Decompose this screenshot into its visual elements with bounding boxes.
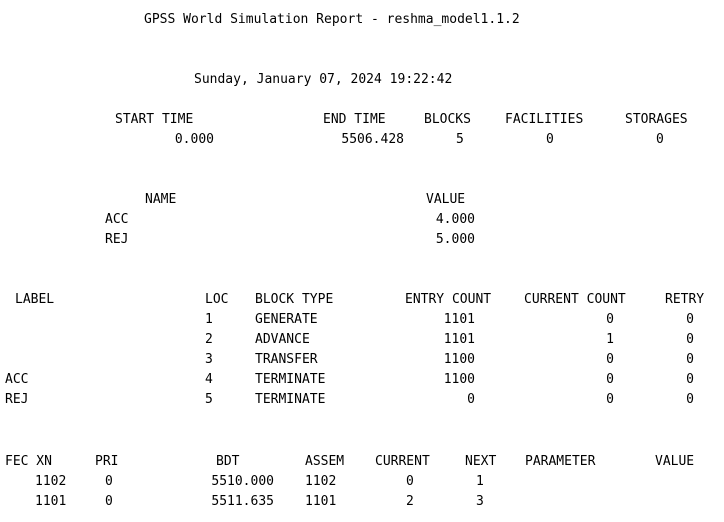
block-current-count: 0 — [606, 352, 614, 367]
fec-next: 3 — [476, 494, 484, 509]
fec-pri: 0 — [105, 494, 113, 509]
name-row-2-value: 5.000 — [435, 232, 475, 247]
fec-header-value: VALUE — [655, 454, 695, 469]
summary-header-storages: STORAGES — [625, 112, 688, 127]
blocks-header-entry-count: ENTRY COUNT — [405, 292, 492, 307]
block-loc: 1 — [205, 312, 213, 327]
block-loc: 4 — [205, 372, 213, 387]
fec-xn: 1101 — [35, 494, 67, 509]
fec-next: 1 — [476, 474, 484, 489]
block-current-count: 0 — [606, 312, 614, 327]
name-row-2-name: REJ — [105, 232, 129, 247]
summary-header-facilities: FACILITIES — [505, 112, 584, 127]
fec-current: 2 — [406, 494, 414, 509]
fec-bdt: 5511.635 — [211, 494, 274, 509]
fec-xn: 1102 — [35, 474, 67, 489]
block-entry-count: 1101 — [443, 312, 475, 327]
block-retry: 0 — [686, 312, 694, 327]
block-retry: 0 — [686, 332, 694, 347]
fec-pri: 0 — [105, 474, 113, 489]
report-title: GPSS World Simulation Report - reshma_mo… — [144, 12, 520, 27]
summary-header-blocks: BLOCKS — [424, 112, 471, 127]
block-entry-count: 1100 — [443, 352, 475, 367]
blocks-header-loc: LOC — [205, 292, 229, 307]
name-row-1-value: 4.000 — [435, 212, 475, 227]
names-header-value: VALUE — [426, 192, 466, 207]
fec-header-parameter: PARAMETER — [525, 454, 596, 469]
block-current-count: 0 — [606, 392, 614, 407]
block-loc: 2 — [205, 332, 213, 347]
fec-bdt: 5510.000 — [211, 474, 274, 489]
fec-header-current: CURRENT — [375, 454, 430, 469]
fec-header-next: NEXT — [465, 454, 497, 469]
block-label: ACC — [5, 372, 29, 387]
name-row-1-name: ACC — [105, 212, 129, 227]
summary-storages: 0 — [656, 132, 664, 147]
block-type: TRANSFER — [255, 352, 318, 367]
blocks-header-label: LABEL — [15, 292, 55, 307]
block-type: GENERATE — [255, 312, 318, 327]
names-header-name: NAME — [145, 192, 177, 207]
block-retry: 0 — [686, 392, 694, 407]
summary-blocks: 5 — [456, 132, 464, 147]
fec-assem: 1102 — [305, 474, 337, 489]
blocks-header-current-count: CURRENT COUNT — [524, 292, 626, 307]
block-type: ADVANCE — [255, 332, 310, 347]
summary-header-start-time: START TIME — [115, 112, 194, 127]
block-loc: 5 — [205, 392, 213, 407]
blocks-header-block-type: BLOCK TYPE — [255, 292, 334, 307]
summary-facilities: 0 — [546, 132, 554, 147]
summary-end-time: 5506.428 — [341, 132, 404, 147]
block-entry-count: 0 — [467, 392, 475, 407]
block-entry-count: 1100 — [443, 372, 475, 387]
block-retry: 0 — [686, 352, 694, 367]
fec-header-xn: FEC XN — [5, 454, 52, 469]
blocks-header-retry: RETRY — [665, 292, 705, 307]
block-loc: 3 — [205, 352, 213, 367]
report-datetime: Sunday, January 07, 2024 19:22:42 — [194, 72, 453, 87]
block-label: REJ — [5, 392, 29, 407]
fec-header-bdt: BDT — [216, 454, 240, 469]
fec-header-assem: ASSEM — [305, 454, 345, 469]
block-type: TERMINATE — [255, 392, 326, 407]
fec-current: 0 — [406, 474, 414, 489]
fec-header-pri: PRI — [95, 454, 119, 469]
block-current-count: 1 — [606, 332, 614, 347]
block-current-count: 0 — [606, 372, 614, 387]
block-entry-count: 1101 — [443, 332, 475, 347]
fec-assem: 1101 — [305, 494, 337, 509]
report-window: { "report": { "title": "GPSS World Simul… — [0, 0, 724, 522]
summary-start-time: 0.000 — [174, 132, 214, 147]
summary-header-end-time: END TIME — [323, 112, 386, 127]
block-type: TERMINATE — [255, 372, 326, 387]
block-retry: 0 — [686, 372, 694, 387]
